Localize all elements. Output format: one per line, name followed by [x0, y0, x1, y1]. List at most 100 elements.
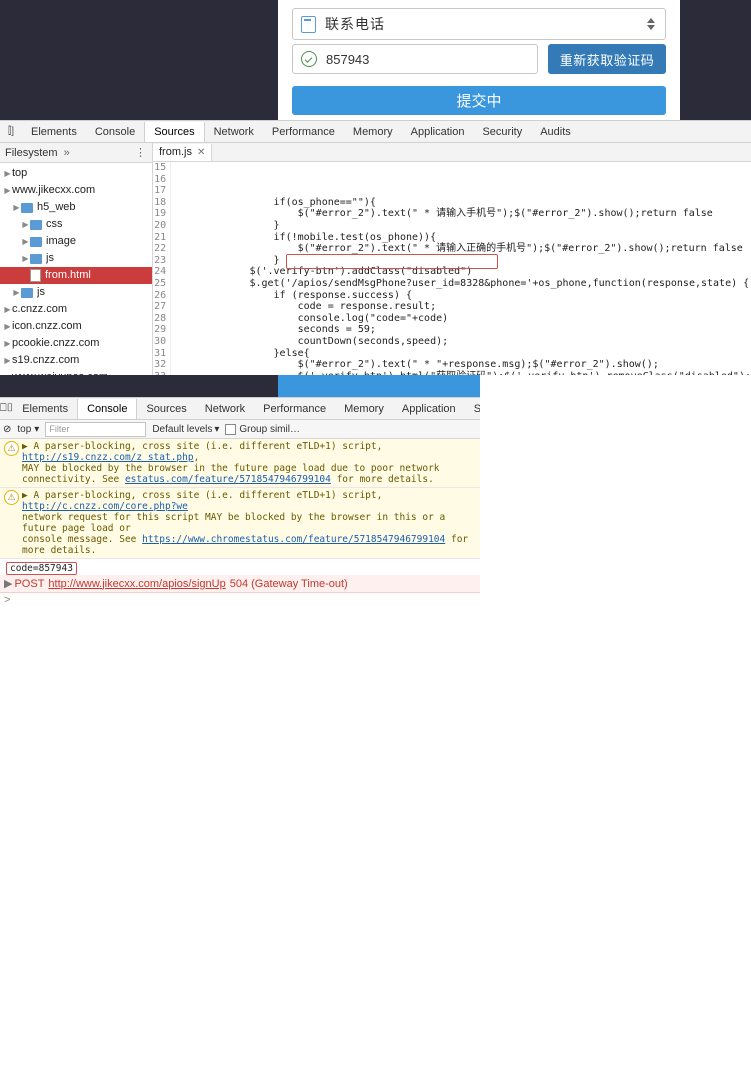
file-tree-item-label: image	[46, 235, 76, 247]
file-tree-item[interactable]: ▶ js	[0, 250, 152, 267]
folder-icon	[30, 236, 42, 247]
tab-sources[interactable]: Sources	[144, 121, 205, 142]
console-link[interactable]: estatus.com/feature/5718547946799104	[125, 474, 331, 485]
chevron-more-icon[interactable]: »	[64, 147, 70, 159]
code-line: $("#error_2").text(" * "+response.msg);$…	[177, 359, 659, 371]
code-line: seconds = 59;	[177, 324, 376, 336]
signup-form-panel: 联系电话 857943 重新获取验证码 提交中	[278, 0, 680, 120]
console-link[interactable]: http://s19.cnzz.com/z stat.php	[22, 452, 194, 463]
console-text-fragment: for more details.	[330, 474, 434, 485]
line-number: 31	[154, 347, 167, 359]
dock-icon[interactable]: ⫿]	[0, 126, 22, 137]
file-tree-item[interactable]: ▶ c.cnzz.com	[0, 301, 152, 318]
console-warning-text: ▶ A parser-blocking, cross site (i.e. di…	[22, 441, 480, 485]
verification-code-input[interactable]: 857943	[292, 44, 538, 74]
disclosure-triangle-icon[interactable]: ▶	[3, 335, 12, 352]
tab2-application[interactable]: Application	[393, 399, 465, 419]
execution-context-selector[interactable]: top ▾	[17, 424, 39, 435]
tab-elements[interactable]: Elements	[22, 122, 86, 142]
inspect-icon[interactable]: ⌷	[7, 402, 14, 415]
console-link[interactable]: http://c.cnzz.com/core.php?we	[22, 501, 188, 512]
tab-console[interactable]: Console	[86, 122, 144, 142]
close-icon[interactable]: ✕	[197, 144, 205, 161]
line-number: 18	[154, 196, 167, 208]
disclosure-triangle-icon[interactable]: ▶	[12, 284, 21, 301]
file-tree-item[interactable]: ▶ top	[0, 165, 152, 182]
tab-application[interactable]: Application	[402, 122, 474, 142]
line-number: 26	[154, 289, 167, 301]
devtools-tabbar-bottom: ⎕ ⌷ Elements Console Sources Network Per…	[0, 398, 513, 420]
code-line: console.log("code="+code)	[177, 312, 449, 324]
strip-white-area	[480, 375, 751, 397]
file-tree-item[interactable]: ▶ css	[0, 216, 152, 233]
stepper-icon[interactable]	[647, 16, 658, 33]
more-options-icon[interactable]: ⋮	[135, 146, 146, 159]
line-number: 32	[154, 359, 167, 371]
folder-icon	[30, 219, 42, 230]
sources-navigator: Filesystem » ⋮ ▶ top ▶ www.jikecxx.com ▶ h5_w…	[0, 143, 153, 383]
file-tree-item[interactable]: ▶ www.jikecxx.com	[0, 182, 152, 199]
prompt-arrow-icon: >	[4, 594, 11, 606]
disclosure-triangle-icon[interactable]: ▶	[21, 233, 30, 250]
clear-console-icon[interactable]: ⊘	[3, 424, 11, 435]
group-similar-checkbox[interactable]: Group simil…	[225, 423, 300, 435]
file-tree-item[interactable]: ▶ pcookie.cnzz.com	[0, 335, 152, 352]
console-text-fragment: ▶ A parser-blocking, cross site (i.e. di…	[22, 441, 389, 452]
console-prompt[interactable]: >	[0, 593, 480, 607]
file-tree-item[interactable]: ▶ js	[0, 284, 152, 301]
tab-security[interactable]: Security	[473, 122, 531, 142]
disclosure-triangle-icon[interactable]: ▶	[3, 301, 12, 318]
tab-network[interactable]: Network	[205, 122, 263, 142]
file-tree-item[interactable]: ▶ s19.cnzz.com	[0, 352, 152, 369]
error-status: 504 (Gateway Time-out)	[229, 577, 348, 590]
tab-audits[interactable]: Audits	[531, 122, 580, 142]
tab2-network[interactable]: Network	[196, 399, 254, 419]
file-tree-item[interactable]: ▶ icon.cnzz.com	[0, 318, 152, 335]
console-warning-text: ▶ A parser-blocking, cross site (i.e. di…	[22, 490, 480, 556]
file-tree-item-label: pcookie.cnzz.com	[12, 337, 100, 349]
console-log-output: code=857943	[6, 562, 77, 575]
log-levels-selector[interactable]: Default levels ▾	[152, 424, 219, 435]
code-text[interactable]: if(os_phone==""){ $("#error_2").text(" *…	[171, 162, 751, 381]
file-tree-item-label: c.cnzz.com	[12, 303, 68, 315]
disclosure-triangle-icon[interactable]: ▶	[3, 182, 12, 199]
disclosure-triangle-icon[interactable]: ▶	[3, 352, 12, 369]
tab2-performance[interactable]: Performance	[254, 399, 335, 419]
phone-input-placeholder: 联系电话	[325, 16, 385, 32]
phone-input-row[interactable]: 联系电话	[292, 8, 666, 40]
devtools-sources-panel: ⫿] Elements Console Sources Network Perf…	[0, 120, 751, 383]
tab-memory[interactable]: Memory	[344, 122, 402, 142]
resend-code-button[interactable]: 重新获取验证码	[548, 44, 666, 74]
line-number: 19	[154, 208, 167, 220]
code-line: $.get('/apios/sendMsgPhone?user_id=8328&…	[177, 277, 750, 289]
console-filter-input[interactable]: Filter	[45, 421, 147, 437]
file-tree-item[interactable]: from.html	[0, 267, 152, 284]
console-filter-bar: ⊘ top ▾ Filter Default levels ▾ Group si…	[0, 420, 480, 439]
folder-icon	[21, 287, 33, 298]
disclosure-triangle-icon[interactable]: ▶	[12, 199, 21, 216]
tab2-console[interactable]: Console	[77, 398, 138, 419]
disclosure-triangle-icon[interactable]: ▶	[3, 318, 12, 335]
disclosure-triangle-icon[interactable]: ▶	[21, 250, 30, 267]
tab-performance[interactable]: Performance	[263, 122, 344, 142]
editor-tab-fromjs[interactable]: from.js ✕	[153, 143, 213, 161]
file-tree-item-label: www.jikecxx.com	[12, 184, 96, 196]
file-tree-item[interactable]: ▶ h5_web	[0, 199, 152, 216]
filesystem-tab[interactable]: Filesystem	[0, 147, 58, 159]
file-tree-item[interactable]: ▶ image	[0, 233, 152, 250]
submit-button[interactable]: 提交中	[292, 86, 666, 115]
code-line: $("#error_2").text(" * 请输入正确的手机号");$("#e…	[177, 243, 743, 255]
tab2-memory[interactable]: Memory	[335, 399, 393, 419]
error-url[interactable]: http://www.jikecxx.com/apios/signUp	[48, 578, 225, 590]
disclosure-triangle-icon[interactable]: ▶	[3, 165, 12, 182]
tab2-elements[interactable]: Elements	[13, 399, 77, 419]
submit-button-strip	[278, 375, 480, 397]
error-method: POST	[14, 577, 45, 590]
expand-arrow-icon[interactable]: ▶	[4, 577, 12, 590]
tab2-sources[interactable]: Sources	[137, 399, 195, 419]
line-number: 24	[154, 266, 167, 278]
disclosure-triangle-icon[interactable]: ▶	[21, 216, 30, 233]
code-view[interactable]: 1516171819202122232425262728293031323334…	[153, 162, 751, 381]
console-link[interactable]: https://www.chromestatus.com/feature/571…	[142, 534, 445, 545]
device-toolbar-icon[interactable]: ⎕	[0, 402, 7, 415]
